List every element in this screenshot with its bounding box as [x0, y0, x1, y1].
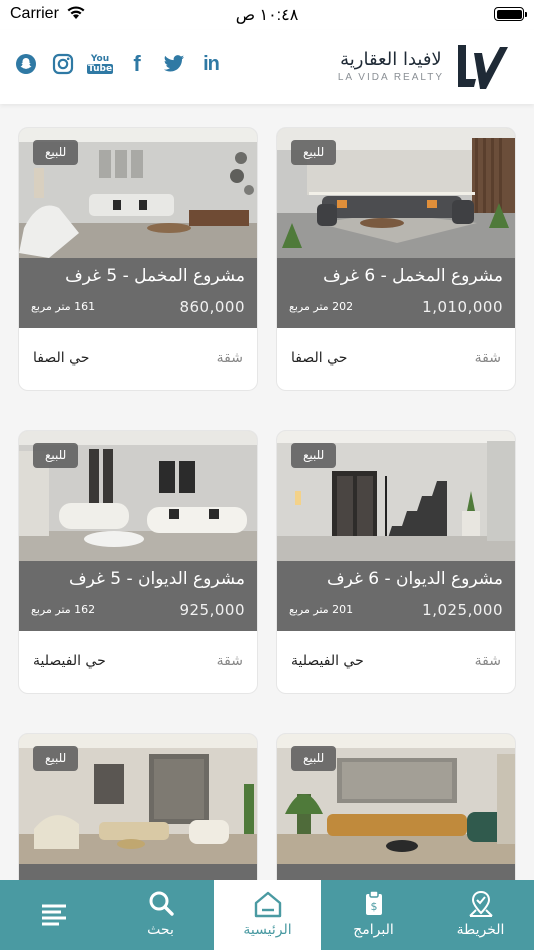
- tab-home[interactable]: الرئيسية: [214, 880, 321, 950]
- property-title: مشروع الديوان - 5 غرف: [68, 569, 245, 589]
- lv-monogram-icon: [458, 45, 508, 89]
- linkedin-glyph: in: [203, 52, 220, 75]
- property-card[interactable]: للبيع مشروع المخمل - 6 غرف 1,010,000 202…: [276, 127, 516, 391]
- property-info-bar: مشروع المخمل - 6 غرف 1,010,000 202 متر م…: [277, 258, 515, 328]
- property-type: شقة: [474, 653, 501, 669]
- facebook-icon[interactable]: f: [123, 50, 151, 78]
- property-title: مشروع المخمل - 6 غرف: [323, 266, 503, 286]
- property-info-bar: مشروع الديوان - 5 غرف 925,000 162 متر مر…: [19, 561, 257, 631]
- property-card[interactable]: للبيع مشروع الديوان - 5 غرف 925,000 162 …: [18, 430, 258, 694]
- property-card[interactable]: للبيع: [18, 733, 258, 880]
- for-sale-badge: للبيع: [33, 443, 79, 468]
- facebook-glyph: f: [133, 51, 141, 76]
- map-pin-icon: [427, 889, 534, 919]
- tab-search[interactable]: بحث: [107, 880, 214, 950]
- svg-text:$: $: [370, 900, 377, 913]
- youtube-text-top: You: [90, 54, 110, 64]
- property-district: حي الفيصلية: [33, 653, 106, 669]
- property-area: 201 متر مربع: [289, 603, 354, 616]
- twitter-icon[interactable]: [160, 50, 188, 78]
- tab-map[interactable]: الخريطة: [427, 880, 534, 950]
- property-info-bar: مشروع المخمل - 5 غرف 860,000 161 متر مرب…: [19, 258, 257, 328]
- snapchat-icon[interactable]: [12, 50, 40, 78]
- property-district: حي الصفا: [33, 350, 90, 366]
- instagram-icon[interactable]: [49, 50, 77, 78]
- status-time: ١٠:٤٨ ص: [235, 7, 299, 24]
- menu-icon: [0, 902, 107, 928]
- battery-icon: [494, 7, 527, 21]
- tab-search-label: بحث: [147, 922, 174, 938]
- app-header: You Tube f in لافيدا العقارية LA VIDA REA…: [0, 30, 534, 104]
- for-sale-badge: للبيع: [33, 140, 79, 165]
- property-area: 202 متر مربع: [289, 300, 354, 313]
- property-title: مشروع المخمل - 5 غرف: [65, 266, 245, 286]
- tab-home-label: الرئيسية: [243, 922, 292, 938]
- logo-english-text: LA VIDA REALTY: [337, 72, 444, 83]
- for-sale-badge: للبيع: [291, 746, 337, 771]
- property-listing[interactable]: للبيع مشروع المخمل - 6 غرف 1,010,000 202…: [0, 104, 534, 880]
- property-info-bar: مشروع الديوان - 6 غرف 1,025,000 201 متر …: [277, 561, 515, 631]
- property-type: شقة: [216, 350, 243, 366]
- linkedin-icon[interactable]: in: [197, 50, 225, 78]
- property-type: شقة: [474, 350, 501, 366]
- clipboard-icon: $: [320, 889, 427, 919]
- property-area: 161 متر مربع: [31, 300, 96, 313]
- property-price: 860,000: [179, 298, 245, 316]
- property-district: حي الصفا: [291, 350, 348, 366]
- property-card[interactable]: للبيع مشروع المخمل - 5 غرف 860,000 161 م…: [18, 127, 258, 391]
- brand-logo: لافيدا العقارية LA VIDA REALTY: [338, 42, 510, 92]
- social-links: You Tube f in: [12, 50, 234, 78]
- logo-arabic-text: لافيدا العقارية: [340, 49, 442, 70]
- tab-programs-label: البرامج: [353, 922, 394, 938]
- tab-map-label: الخريطة: [456, 922, 505, 938]
- for-sale-badge: للبيع: [291, 140, 337, 165]
- status-bar: Carrier ١٠:٤٨ ص: [0, 0, 534, 30]
- youtube-text-bottom: Tube: [86, 64, 114, 74]
- property-title: مشروع الديوان - 6 غرف: [326, 569, 503, 589]
- property-info-bar: [277, 864, 515, 880]
- tab-programs[interactable]: $ البرامج: [320, 880, 427, 950]
- property-price: 925,000: [179, 601, 245, 619]
- property-card[interactable]: للبيع مشروع الديوان - 6 غرف 1,025,000 20…: [276, 430, 516, 694]
- tab-menu[interactable]: [0, 880, 107, 950]
- property-info-bar: [19, 864, 257, 880]
- property-district: حي الفيصلية: [291, 653, 364, 669]
- home-icon: [214, 889, 321, 919]
- property-price: 1,025,000: [422, 601, 503, 619]
- property-card[interactable]: للبيع: [276, 733, 516, 880]
- property-area: 162 متر مربع: [31, 603, 96, 616]
- property-price: 1,010,000: [422, 298, 503, 316]
- search-icon: [107, 889, 214, 919]
- for-sale-badge: للبيع: [33, 746, 79, 771]
- property-type: شقة: [216, 653, 243, 669]
- youtube-icon[interactable]: You Tube: [86, 50, 114, 78]
- bottom-tab-bar: الخريطة $ البرامج الرئيسية بحث: [0, 880, 534, 950]
- for-sale-badge: للبيع: [291, 443, 337, 468]
